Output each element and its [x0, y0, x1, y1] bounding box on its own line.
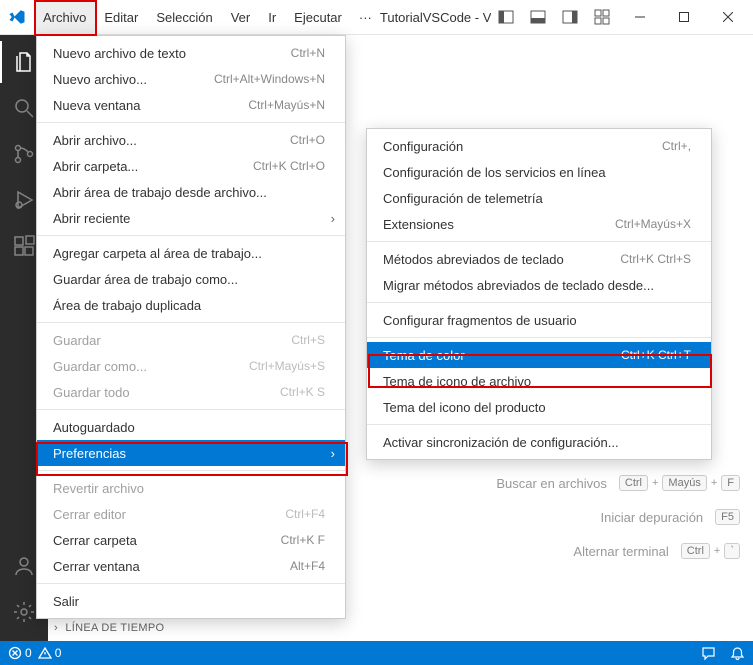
menu-editar[interactable]: Editar: [95, 0, 147, 34]
layout-custom-icon[interactable]: [587, 0, 617, 35]
menuitem-extensions[interactable]: ExtensionesCtrl+Mayús+X: [367, 211, 711, 237]
title-bar-right: [491, 0, 753, 35]
menu-ver[interactable]: Ver: [222, 0, 260, 34]
status-notifications-icon[interactable]: [730, 646, 745, 661]
window-title: TutorialVSCode - Visual S…: [380, 10, 491, 25]
menu-archivo[interactable]: Archivo: [34, 0, 95, 34]
layout-right-icon[interactable]: [555, 0, 585, 35]
status-feedback-icon[interactable]: [701, 646, 716, 661]
chevron-right-icon: ›: [331, 211, 335, 226]
menuitem-open-recent[interactable]: Abrir reciente›: [37, 205, 345, 231]
menuitem-save-as: Guardar como...Ctrl+Mayús+S: [37, 353, 345, 379]
timeline-label: LÍNEA DE TIEMPO: [65, 622, 164, 634]
menuitem-close-editor: Cerrar editorCtrl+F4: [37, 501, 345, 527]
menu-overflow[interactable]: ···: [351, 0, 380, 34]
menuitem-keyboard-shortcuts[interactable]: Métodos abreviados de tecladoCtrl+K Ctrl…: [367, 246, 711, 272]
menu-seleccion[interactable]: Selección: [147, 0, 221, 34]
menuitem-migrate-keyboard-shortcuts[interactable]: Migrar métodos abreviados de teclado des…: [367, 272, 711, 298]
menuitem-exit[interactable]: Salir: [37, 588, 345, 614]
menuitem-duplicate-workspace[interactable]: Área de trabajo duplicada: [37, 292, 345, 318]
preferences-submenu: ConfiguraciónCtrl+, Configuración de los…: [366, 128, 712, 460]
status-warnings-count: 0: [55, 646, 62, 660]
minimize-button[interactable]: [619, 0, 661, 35]
maximize-button[interactable]: [663, 0, 705, 35]
vscode-logo-icon: [0, 0, 34, 35]
status-errors[interactable]: 0: [8, 646, 32, 660]
layout-left-icon[interactable]: [491, 0, 521, 35]
layout-bottom-icon[interactable]: [523, 0, 553, 35]
archivo-menu: Nuevo archivo de textoCtrl+N Nuevo archi…: [36, 35, 346, 619]
title-bar: Archivo Editar Selección Ver Ir Ejecutar…: [0, 0, 753, 35]
menuitem-online-services-settings[interactable]: Configuración de los servicios en línea: [367, 159, 711, 185]
menuitem-save-all: Guardar todoCtrl+K S: [37, 379, 345, 405]
hint-find-keys: Ctrl+Mayús+F: [619, 475, 740, 491]
hint-find-label: Buscar en archivos: [496, 476, 607, 491]
hint-debug-label: Iniciar depuración: [601, 510, 704, 525]
menuitem-add-folder-to-workspace[interactable]: Agregar carpeta al área de trabajo...: [37, 240, 345, 266]
menuitem-open-workspace-from-file[interactable]: Abrir área de trabajo desde archivo...: [37, 179, 345, 205]
menuitem-revert-file: Revertir archivo: [37, 475, 345, 501]
menuitem-color-theme[interactable]: Tema de colorCtrl+K Ctrl+T: [367, 342, 711, 368]
status-bar: 0 0: [0, 641, 753, 665]
menu-bar: Archivo Editar Selección Ver Ir Ejecutar…: [34, 0, 380, 34]
menuitem-settings[interactable]: ConfiguraciónCtrl+,: [367, 133, 711, 159]
hint-term-label: Alternar terminal: [573, 544, 668, 559]
hint-term-keys: Ctrl+`: [681, 543, 740, 559]
menu-ejecutar[interactable]: Ejecutar: [285, 0, 351, 34]
menuitem-new-window[interactable]: Nueva ventanaCtrl+Mayús+N: [37, 92, 345, 118]
menuitem-close-window[interactable]: Cerrar ventanaAlt+F4: [37, 553, 345, 579]
menuitem-open-file[interactable]: Abrir archivo...Ctrl+O: [37, 127, 345, 153]
welcome-hints: Buscar en archivos Ctrl+Mayús+F Iniciar …: [380, 475, 740, 577]
menuitem-close-folder[interactable]: Cerrar carpetaCtrl+K F: [37, 527, 345, 553]
menuitem-new-file[interactable]: Nuevo archivo...Ctrl+Alt+Windows+N: [37, 66, 345, 92]
hint-debug-keys: F5: [715, 509, 740, 525]
menuitem-new-text-file[interactable]: Nuevo archivo de textoCtrl+N: [37, 40, 345, 66]
menuitem-preferences[interactable]: Preferencias›: [37, 440, 345, 466]
timeline-section-header[interactable]: › LÍNEA DE TIEMPO: [54, 622, 164, 634]
status-warnings[interactable]: 0: [38, 646, 62, 660]
menuitem-user-snippets[interactable]: Configurar fragmentos de usuario: [367, 307, 711, 333]
menu-ir[interactable]: Ir: [259, 0, 285, 34]
menuitem-autosave[interactable]: Autoguardado: [37, 414, 345, 440]
menuitem-save: GuardarCtrl+S: [37, 327, 345, 353]
menuitem-telemetry-settings[interactable]: Configuración de telemetría: [367, 185, 711, 211]
menuitem-file-icon-theme[interactable]: Tema de icono de archivo: [367, 368, 711, 394]
menuitem-open-folder[interactable]: Abrir carpeta...Ctrl+K Ctrl+O: [37, 153, 345, 179]
status-errors-count: 0: [25, 646, 32, 660]
chevron-right-icon: ›: [331, 446, 335, 461]
menuitem-save-workspace-as[interactable]: Guardar área de trabajo como...: [37, 266, 345, 292]
close-button[interactable]: [707, 0, 749, 35]
menuitem-settings-sync[interactable]: Activar sincronización de configuración.…: [367, 429, 711, 455]
chevron-right-icon: ›: [54, 622, 58, 634]
menuitem-product-icon-theme[interactable]: Tema del icono del producto: [367, 394, 711, 420]
